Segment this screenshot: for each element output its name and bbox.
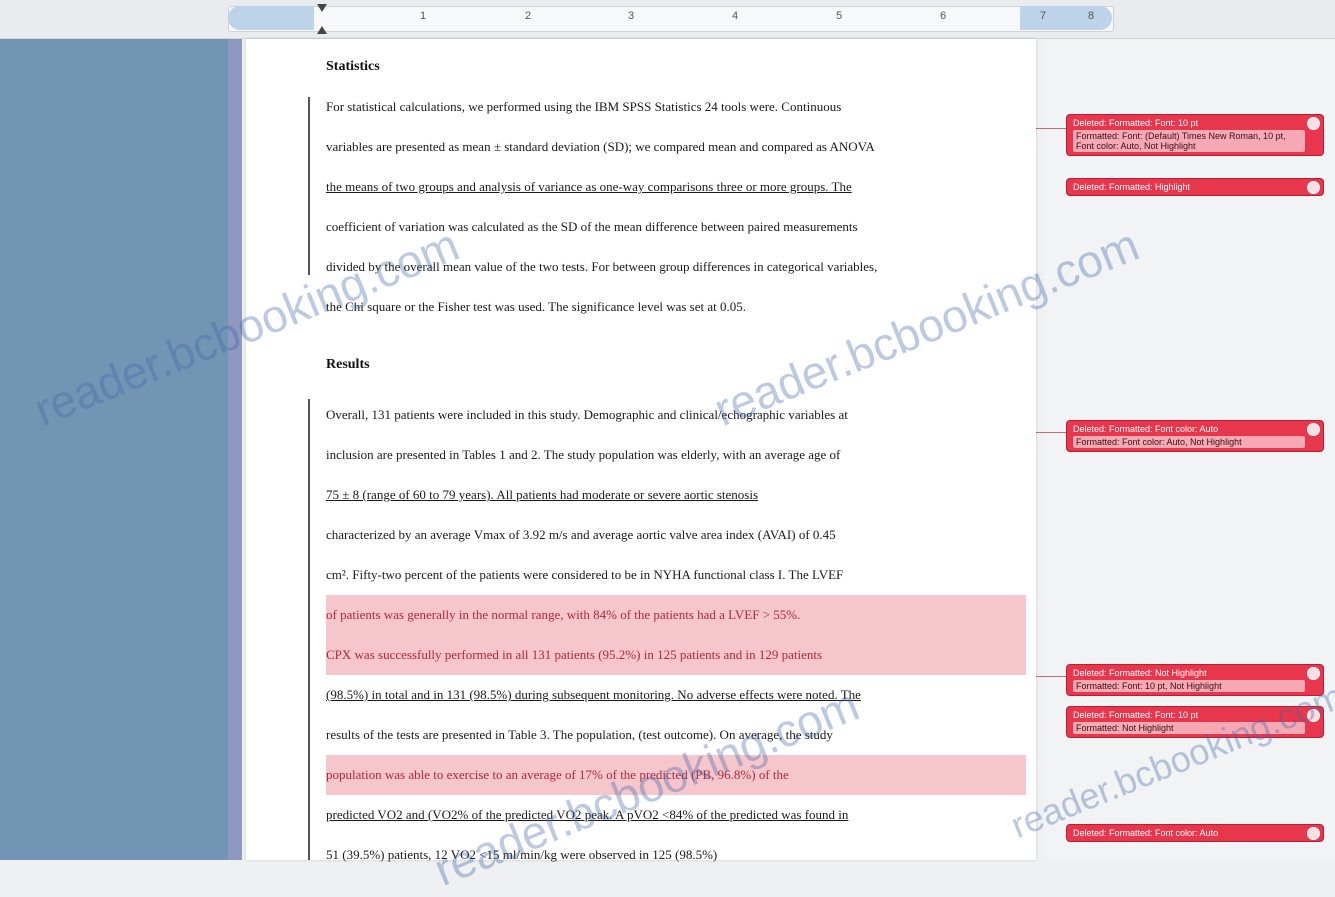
balloon-connector xyxy=(1036,432,1066,433)
left-margin-marker[interactable] xyxy=(228,6,314,30)
right-margin-marker[interactable] xyxy=(1020,6,1112,30)
balloon-title: Deleted: Formatted: Highlight xyxy=(1073,182,1191,192)
revision-balloon[interactable]: Deleted: Formatted: Font color: Auto xyxy=(1066,824,1324,842)
ruler-strip[interactable] xyxy=(228,6,1114,32)
revision-balloon[interactable]: Deleted: Formatted: Not Highlight Format… xyxy=(1066,664,1324,696)
indent-marker-icon[interactable] xyxy=(317,4,327,34)
balloon-title: Deleted: Formatted: Not Highlight xyxy=(1073,668,1207,678)
ruler-tick: 7 xyxy=(1040,10,1047,22)
text-line: 75 ± 8 (range of 60 to 79 years). All pa… xyxy=(326,487,759,502)
text-line: predicted VO2 and (VO2% of the predicted… xyxy=(326,807,849,822)
balloon-close-icon[interactable] xyxy=(1307,181,1320,194)
navigation-sidebar[interactable] xyxy=(0,39,240,860)
section-heading-results: Results xyxy=(326,357,370,372)
revision-balloon[interactable]: Deleted: Formatted: Font color: Auto For… xyxy=(1066,420,1324,452)
statistics-paragraph[interactable]: For statistical calculations, we perform… xyxy=(326,87,1026,327)
text-line: CPX was successfully performed in all 13… xyxy=(326,635,1026,675)
balloon-title: Deleted: Formatted: Font: 10 pt xyxy=(1073,118,1199,128)
revision-balloon[interactable]: Deleted: Formatted: Highlight xyxy=(1066,178,1324,196)
text-line: 51 (39.5%) patients, 12 VO2 <15 ml/min/k… xyxy=(326,847,718,862)
ruler-tick: 1 xyxy=(420,10,427,22)
balloon-note: Formatted: Font color: Auto, Not Highlig… xyxy=(1073,436,1305,448)
text-line: characterized by an average Vmax of 3.92… xyxy=(326,527,836,542)
change-bar xyxy=(308,97,310,275)
balloon-title: Deleted: Formatted: Font color: Auto xyxy=(1073,424,1219,434)
ruler-tick: 5 xyxy=(836,10,843,22)
ruler-tick: 2 xyxy=(525,10,532,22)
text-line: results of the tests are presented in Ta… xyxy=(326,727,833,742)
section-heading-statistics: Statistics xyxy=(326,59,380,74)
text-line: the Chi square or the Fisher test was us… xyxy=(326,299,746,314)
revision-balloon[interactable]: Deleted: Formatted: Font: 10 pt Formatte… xyxy=(1066,706,1324,738)
text-line: cm². Fifty-two percent of the patients w… xyxy=(326,567,844,582)
text-line: For statistical calculations, we perform… xyxy=(326,99,842,114)
text-line: the means of two groups and analysis of … xyxy=(326,179,852,194)
balloon-close-icon[interactable] xyxy=(1307,827,1320,840)
balloon-close-icon[interactable] xyxy=(1307,709,1320,722)
balloon-note: Formatted: Not Highlight xyxy=(1073,722,1305,734)
balloon-note: Formatted: Font: (Default) Times New Rom… xyxy=(1073,130,1305,152)
balloon-connector xyxy=(1036,128,1066,129)
text-line: population was able to exercise to an av… xyxy=(326,755,1026,795)
change-bar xyxy=(308,399,310,860)
text-line: divided by the overall mean value of the… xyxy=(326,259,878,274)
document-page[interactable]: Statistics For statistical calculations,… xyxy=(246,39,1036,862)
text-line: inclusion are presented in Tables 1 and … xyxy=(326,447,841,462)
balloon-note: Formatted: Font: 10 pt, Not Highlight xyxy=(1073,680,1305,692)
ruler-tick: 8 xyxy=(1088,10,1095,22)
text-line: variables are presented as mean ± standa… xyxy=(326,139,875,154)
horizontal-ruler[interactable]: 1 2 3 4 5 6 7 8 xyxy=(0,0,1335,39)
text-line: of patients was generally in the normal … xyxy=(326,595,1026,635)
balloon-close-icon[interactable] xyxy=(1307,117,1320,130)
text-line: (98.5%) in total and in 131 (98.5%) duri… xyxy=(326,687,861,702)
balloon-connector xyxy=(1036,676,1066,677)
revision-balloon[interactable]: Deleted: Formatted: Font: 10 pt Formatte… xyxy=(1066,114,1324,156)
balloon-close-icon[interactable] xyxy=(1307,423,1320,436)
balloon-title: Deleted: Formatted: Font: 10 pt xyxy=(1073,710,1199,720)
balloon-close-icon[interactable] xyxy=(1307,667,1320,680)
sidebar-splitter[interactable] xyxy=(228,39,242,860)
balloon-title: Deleted: Formatted: Font color: Auto xyxy=(1073,828,1219,838)
text-line: coefficient of variation was calculated … xyxy=(326,219,858,234)
results-paragraph[interactable]: Overall, 131 patients were included in t… xyxy=(326,395,1026,875)
ruler-tick: 6 xyxy=(940,10,947,22)
ruler-tick: 3 xyxy=(628,10,635,22)
ruler-tick: 4 xyxy=(732,10,739,22)
text-line: Overall, 131 patients were included in t… xyxy=(326,407,848,422)
